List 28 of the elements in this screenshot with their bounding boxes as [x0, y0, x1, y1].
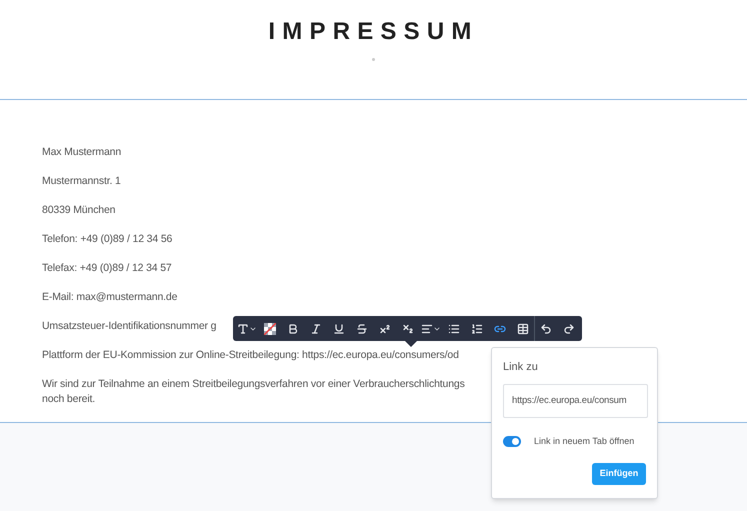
redo-icon	[562, 322, 574, 334]
numbered-list-icon	[470, 322, 482, 334]
table-icon	[516, 322, 528, 334]
paragraph: Mustermannstr. 1	[42, 174, 121, 189]
paragraph: Telefax: +49 (0)89 / 12 34 57	[42, 261, 172, 276]
strikethrough-icon	[356, 322, 368, 334]
url-field[interactable]: https://ec.europa.eu/consum	[503, 384, 648, 418]
paragraph: Umsatzsteuer-Identifikationsnummer g	[42, 319, 216, 334]
page-title: IMPRESSUM	[268, 17, 479, 47]
paragraph: 80339 München	[42, 203, 116, 218]
subscript-icon	[402, 322, 414, 334]
paragraph: Wir sind zur Teilnahme an einem Streitbeilegungsverfahren vor einer Verbraucherschlichtungs noch bereit.	[42, 377, 465, 407]
undo-icon	[540, 322, 552, 334]
paragraph: Plattform der EU-Kommission zur Online-Streitbeilegung: https://ec.europa.eu/consumers/od	[42, 348, 459, 363]
paragraph: E-Mail: max@mustermann.de	[42, 290, 178, 305]
color-swatch-icon	[264, 322, 276, 334]
paragraph: Max Mustermann	[42, 145, 122, 160]
underline-icon	[332, 322, 344, 334]
toggle-switch[interactable]	[503, 436, 521, 447]
link-label: Link zu	[503, 360, 539, 375]
bold-icon	[286, 322, 298, 334]
paragraph: Telefon: +49 (0)89 / 12 34 56	[42, 232, 172, 247]
font-icon	[236, 322, 248, 334]
superscript-icon	[378, 322, 390, 334]
italic-icon	[310, 322, 322, 334]
bullet-list-icon	[448, 322, 460, 334]
align-icon	[420, 322, 432, 334]
toggle-label: Link in neuem Tab öffnen	[534, 434, 634, 448]
